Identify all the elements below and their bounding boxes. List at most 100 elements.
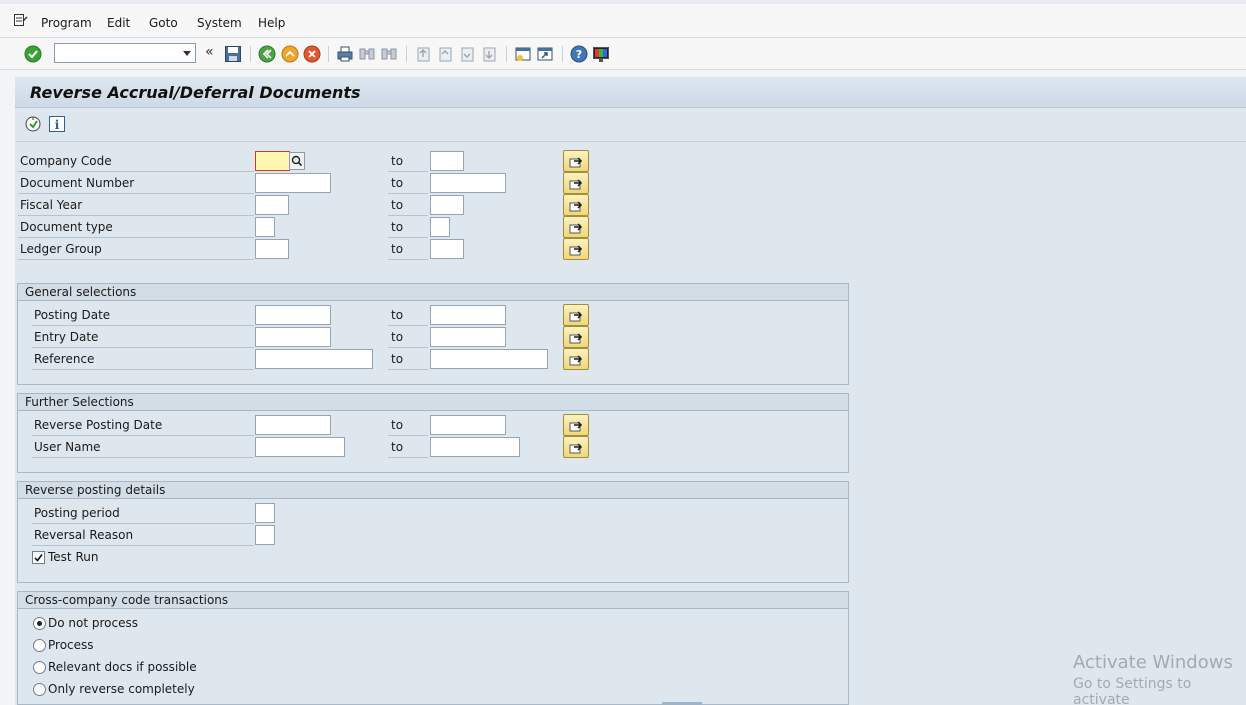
fiscal-year-from-input[interactable] <box>255 195 289 215</box>
user-name-from-input[interactable] <box>255 437 345 457</box>
activate-windows-subtext: Go to Settings to activate <box>1073 676 1192 705</box>
posting-date-to-input[interactable] <box>430 305 506 325</box>
cancel-icon[interactable] <box>303 45 321 63</box>
user-name-label: User Name <box>34 440 101 454</box>
multiple-selection-button[interactable] <box>563 436 589 458</box>
menu-icon[interactable] <box>14 14 28 27</box>
menu-bar: Program Edit Goto System Help <box>0 0 1246 38</box>
multiple-selection-button[interactable] <box>563 150 589 172</box>
test-run-label: Test Run <box>48 550 99 564</box>
multiple-selection-icon <box>569 245 583 256</box>
multiple-selection-icon <box>569 355 583 366</box>
to-label: to <box>391 440 404 454</box>
application-toolbar: i <box>15 108 1246 142</box>
entry-date-to-input[interactable] <box>430 327 506 347</box>
radio-relevant-docs[interactable] <box>33 661 46 674</box>
info-icon[interactable]: i <box>49 116 65 132</box>
first-page-icon[interactable] <box>414 45 432 63</box>
menu-edit[interactable]: Edit <box>107 16 130 30</box>
multiple-selection-button[interactable] <box>563 172 589 194</box>
user-name-to-input[interactable] <box>430 437 520 457</box>
reference-to-input[interactable] <box>430 349 548 369</box>
next-page-icon[interactable] <box>458 45 476 63</box>
fiscal-year-to-input[interactable] <box>430 195 464 215</box>
print-icon[interactable] <box>336 45 354 63</box>
activate-windows-watermark: Activate Windows <box>1073 652 1233 673</box>
test-run-checkbox[interactable] <box>32 551 45 564</box>
multiple-selection-icon <box>569 179 583 190</box>
multiple-selection-icon <box>569 421 583 432</box>
multiple-selection-button[interactable] <box>563 238 589 260</box>
exit-icon[interactable] <box>281 45 299 63</box>
ledger-group-to-input[interactable] <box>430 239 464 259</box>
radio-process[interactable] <box>33 639 46 652</box>
to-label: to <box>391 198 404 212</box>
help-icon[interactable]: ? <box>570 45 588 63</box>
multiple-selection-button[interactable] <box>563 348 589 370</box>
to-label: to <box>391 176 404 190</box>
posting-period-label: Posting period <box>34 506 120 520</box>
find-icon[interactable] <box>358 45 376 63</box>
radio-only-reverse-completely[interactable] <box>33 683 46 696</box>
previous-page-icon[interactable] <box>436 45 454 63</box>
standard-toolbar: « ? <box>0 38 1246 70</box>
save-icon[interactable] <box>224 45 242 63</box>
ledger-group-from-input[interactable] <box>255 239 289 259</box>
radio-do-not-process[interactable] <box>33 617 46 630</box>
posting-period-input[interactable] <box>255 503 275 523</box>
menu-goto[interactable]: Goto <box>149 16 178 30</box>
document-type-to-input[interactable] <box>430 217 450 237</box>
last-page-icon[interactable] <box>480 45 498 63</box>
menu-system[interactable]: System <box>197 16 242 30</box>
customize-layout-icon[interactable] <box>592 45 610 63</box>
collapse-icon[interactable]: « <box>205 44 214 60</box>
create-session-icon[interactable] <box>514 45 532 63</box>
posting-date-from-input[interactable] <box>255 305 331 325</box>
search-help-button[interactable] <box>289 152 305 170</box>
reverse-posting-date-to-input[interactable] <box>430 415 506 435</box>
document-number-to-input[interactable] <box>430 173 506 193</box>
company-code-to-input[interactable] <box>430 151 464 171</box>
entry-date-from-input[interactable] <box>255 327 331 347</box>
reversal-reason-label: Reversal Reason <box>34 528 134 542</box>
multiple-selection-icon <box>569 201 583 212</box>
reversal-reason-input[interactable] <box>255 525 275 545</box>
menu-help[interactable]: Help <box>258 16 285 30</box>
shortcut-icon[interactable] <box>536 45 554 63</box>
document-number-from-input[interactable] <box>255 173 331 193</box>
title-bar: Reverse Accrual/Deferral Documents <box>15 77 1246 108</box>
svg-text:?: ? <box>576 48 582 61</box>
reference-from-input[interactable] <box>255 349 373 369</box>
execute-icon[interactable] <box>25 116 41 132</box>
enter-icon[interactable] <box>24 45 42 63</box>
reverse-posting-date-from-input[interactable] <box>255 415 331 435</box>
multiple-selection-button[interactable] <box>563 414 589 436</box>
search-icon <box>291 155 303 167</box>
find-next-icon[interactable] <box>380 45 398 63</box>
company-code-from-input[interactable] <box>255 151 290 171</box>
multiple-selection-button[interactable] <box>563 304 589 326</box>
to-label: to <box>391 352 404 366</box>
document-type-from-input[interactable] <box>255 217 275 237</box>
reverse-posting-details-group: Reverse posting details <box>17 481 849 583</box>
multiple-selection-button[interactable] <box>563 216 589 238</box>
multiple-selection-button[interactable] <box>563 194 589 216</box>
multiple-selection-icon <box>569 311 583 322</box>
command-field[interactable] <box>54 43 196 63</box>
radio-only-reverse-completely-label: Only reverse completely <box>48 682 195 696</box>
multiple-selection-icon <box>569 223 583 234</box>
fiscal-year-label: Fiscal Year <box>20 198 83 212</box>
radio-do-not-process-label: Do not process <box>48 616 138 630</box>
document-type-label: Document type <box>20 220 113 234</box>
back-icon[interactable] <box>258 45 276 63</box>
page-title: Reverse Accrual/Deferral Documents <box>30 83 361 102</box>
group-title: Further Selections <box>25 395 134 409</box>
group-title: General selections <box>25 285 137 299</box>
menu-program[interactable]: Program <box>41 16 92 30</box>
chevron-down-icon[interactable] <box>183 51 191 56</box>
multiple-selection-button[interactable] <box>563 326 589 348</box>
document-number-label: Document Number <box>20 176 135 190</box>
group-title: Reverse posting details <box>25 483 166 497</box>
posting-date-label: Posting Date <box>34 308 111 322</box>
company-code-label: Company Code <box>20 154 112 168</box>
